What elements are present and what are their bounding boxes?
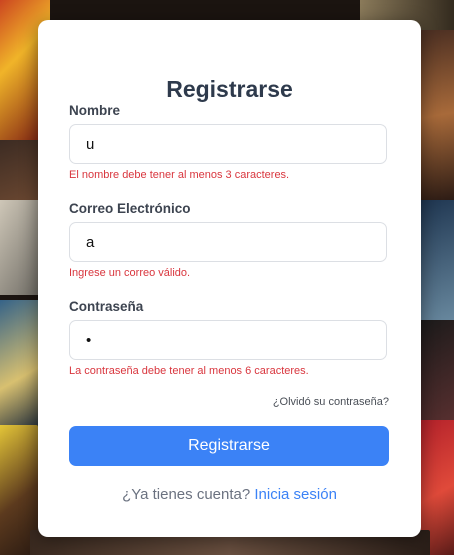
name-label: Nombre: [69, 103, 121, 118]
email-label: Correo Electrónico: [69, 201, 191, 216]
page-title: Registrarse: [166, 76, 293, 102]
password-field[interactable]: [69, 320, 387, 360]
forgot-password-link[interactable]: ¿Olvidó su contraseña?: [273, 396, 389, 408]
login-prompt-text: ¿Ya tienes cuenta?: [122, 486, 251, 503]
poster-tile: [0, 300, 40, 430]
email-field[interactable]: [69, 222, 387, 262]
password-error: La contraseña debe tener al menos 6 cara…: [69, 365, 309, 377]
email-error: Ingrese un correo válido.: [69, 267, 191, 279]
password-label: Contraseña: [69, 299, 144, 314]
login-link[interactable]: Inicia sesión: [254, 486, 337, 503]
register-card: Registrarse Nombre El nombre debe tener …: [38, 20, 421, 537]
register-button[interactable]: Registrarse: [69, 426, 389, 466]
login-prompt: ¿Ya tienes cuenta? Inicia sesión: [38, 486, 421, 503]
poster-tile: [0, 200, 42, 295]
name-field[interactable]: [69, 124, 387, 164]
name-error: El nombre debe tener al menos 3 caracter…: [69, 169, 290, 181]
